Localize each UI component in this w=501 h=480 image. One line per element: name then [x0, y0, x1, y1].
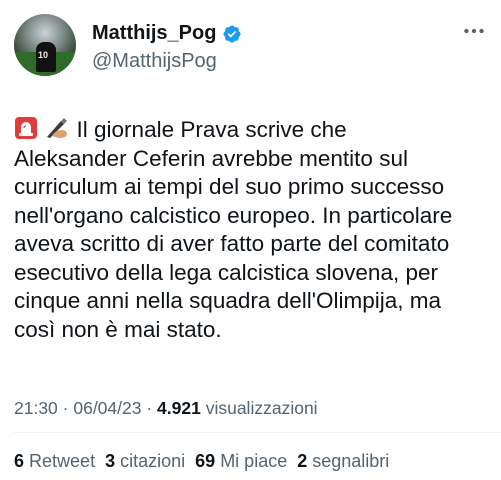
siren-icon [15, 117, 37, 139]
retweets-label: Retweet [29, 451, 96, 471]
likes-stat[interactable]: 69 Mi piace [195, 451, 287, 472]
views-label: visualizzazioni [200, 398, 318, 418]
meta-separator: · [57, 398, 74, 418]
avatar[interactable]: 10 [14, 14, 76, 76]
bookmarks-stat[interactable]: 2 segnalibri [297, 451, 389, 472]
avatar-number: 10 [38, 50, 49, 60]
author-display-name[interactable]: Matthijs_Pog [92, 22, 216, 45]
tweet-meta: 21:30 · 06/04/23 · 4.921 visualizzazioni [14, 398, 318, 419]
likes-label: Mi piace [220, 451, 288, 471]
author-handle[interactable]: @MatthijsPog [92, 50, 217, 73]
quotes-stat[interactable]: 3 citazioni [105, 451, 185, 472]
divider [14, 432, 501, 433]
verified-badge-icon [223, 24, 241, 43]
views-count: 4.921 [157, 398, 201, 418]
author-name-row[interactable]: Matthijs_Pog [92, 22, 242, 45]
tweet-header: 10 Matthijs_Pog @MatthijsPog [14, 14, 487, 76]
bookmarks-label: segnalibri [312, 451, 390, 471]
more-options-icon[interactable] [461, 18, 487, 44]
retweets-stat[interactable]: 6 Retweet [14, 451, 95, 472]
tweet-body: Il giornale Prava scrive che Aleksander … [14, 116, 494, 344]
retweets-count: 6 [14, 451, 25, 471]
likes-count: 69 [195, 451, 216, 471]
quotes-count: 3 [105, 451, 116, 471]
tweet-time[interactable]: 21:30 [14, 398, 58, 418]
bookmarks-count: 2 [297, 451, 308, 471]
quotes-label: citazioni [120, 451, 186, 471]
writing-hand-icon [47, 118, 68, 138]
engagement-stats: 6 Retweet 3 citazioni 69 Mi piace 2 segn… [14, 451, 389, 472]
tweet-date[interactable]: 06/04/23 [73, 398, 141, 418]
tweet-text: Il giornale Prava scrive che Aleksander … [14, 117, 453, 342]
meta-separator: · [141, 398, 158, 418]
